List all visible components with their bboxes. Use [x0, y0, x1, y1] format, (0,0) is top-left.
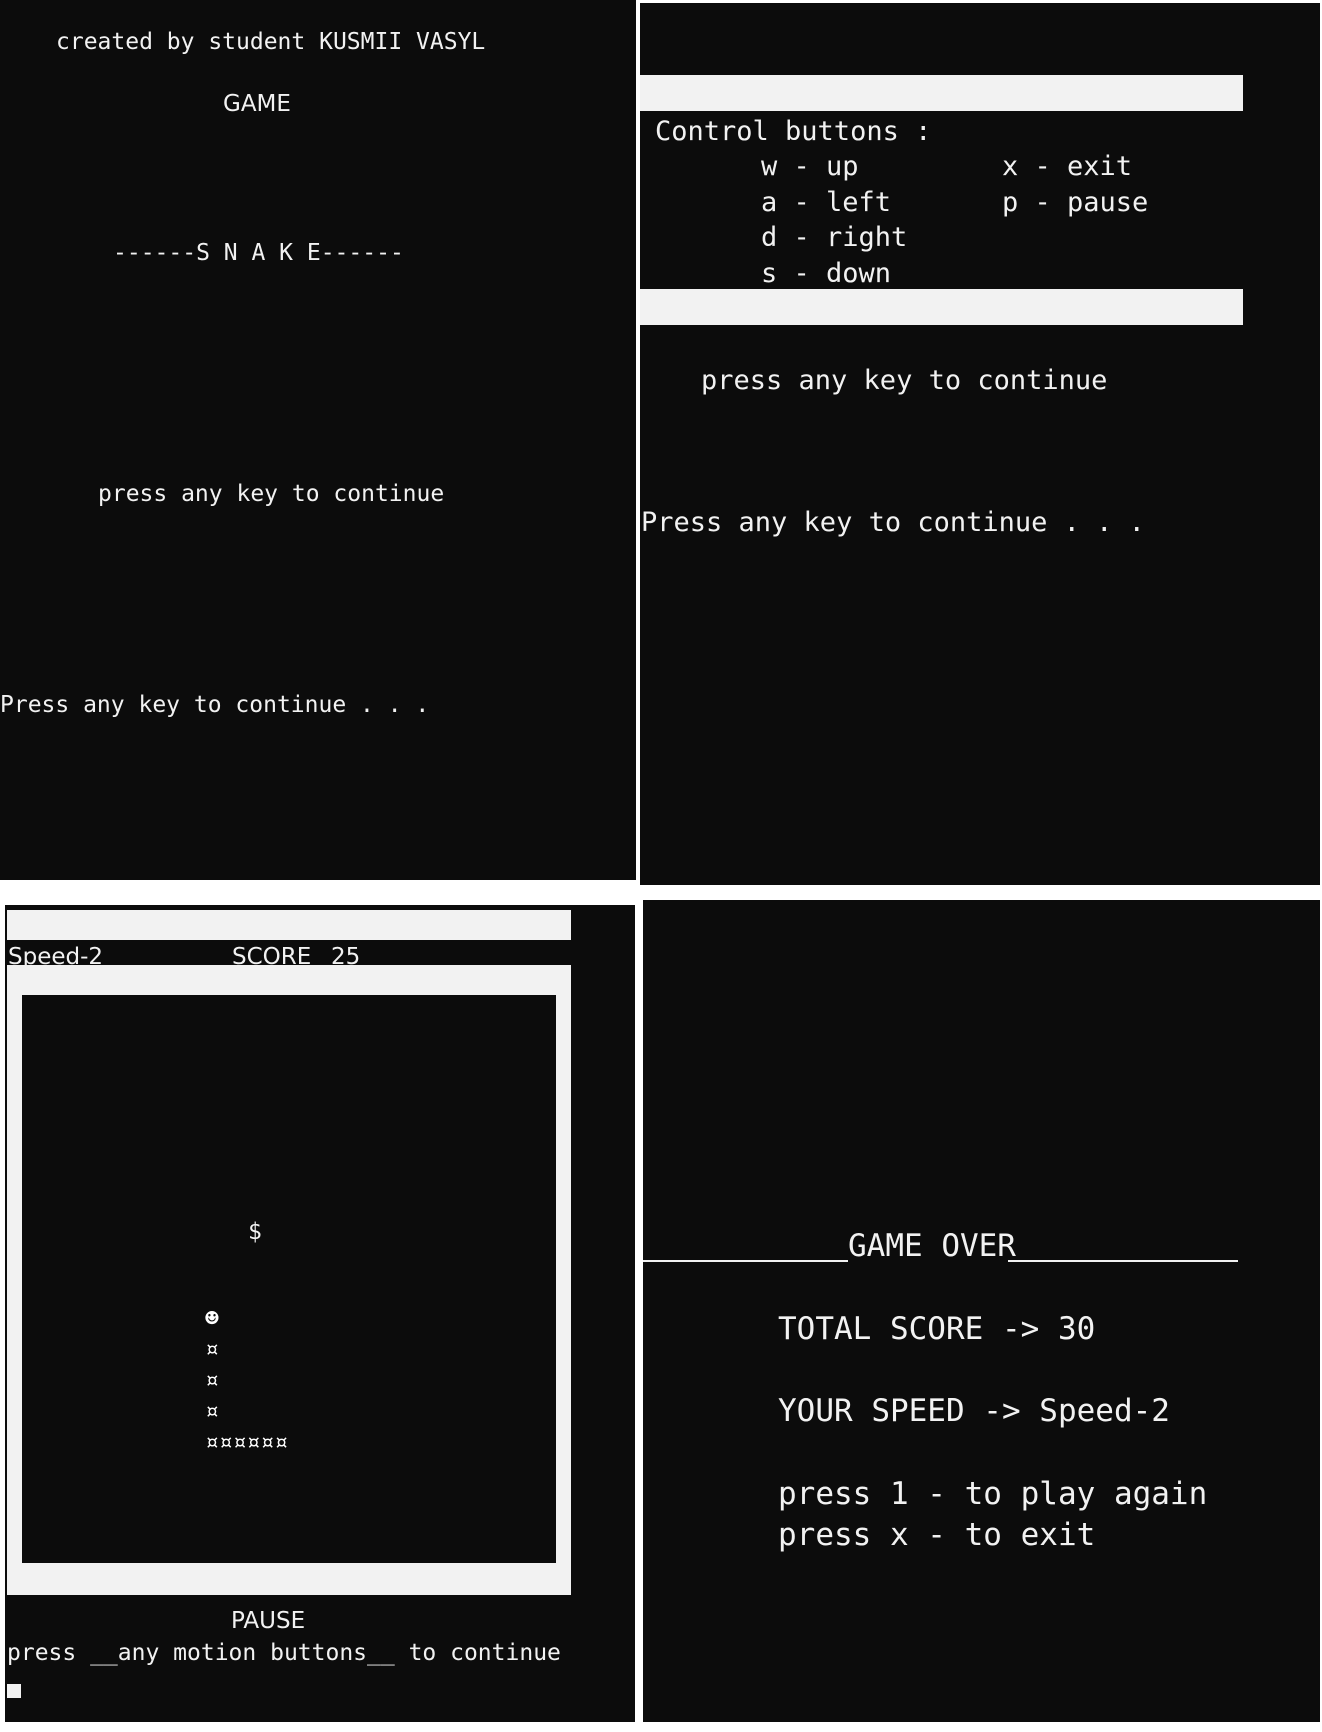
controls-heading: Control buttons :: [655, 116, 932, 147]
header-bar: [7, 910, 571, 940]
continue-prompt: press any key to continue: [98, 481, 445, 507]
text-cursor: [7, 1684, 21, 1698]
control-key-pause: p - pause: [1002, 187, 1149, 218]
highlight-bar-top: [640, 75, 1243, 111]
pause-continue-prompt: press __any motion buttons__ to continue: [7, 1640, 561, 1666]
option-exit: press x - to exit: [778, 1517, 1096, 1553]
gameover-console-window: GAME OVER TOTAL SCORE -> 30 YOUR SPEED -…: [643, 900, 1320, 1722]
snake-body-horizontal: ¤¤¤¤¤¤: [205, 1430, 289, 1456]
continue-prompt: press any key to continue: [701, 365, 1108, 396]
option-play-again: press 1 - to play again: [778, 1476, 1208, 1512]
control-key-left: a - left: [761, 187, 892, 218]
game-field-border: $ ☻ ¤ ¤ ¤ ¤¤¤¤¤¤: [7, 965, 571, 1595]
system-continue-prompt: Press any key to continue . . .: [641, 507, 1145, 538]
system-continue-prompt: Press any key to continue . . .: [0, 692, 430, 718]
title-underline-right: [1008, 1260, 1238, 1262]
snake-head: ☻: [205, 1306, 219, 1332]
food-item: $: [248, 1219, 262, 1245]
title-underline-left: [643, 1260, 848, 1262]
snake-title: ------S N A K E------: [113, 240, 404, 266]
snake-body-segment: ¤: [205, 1368, 219, 1394]
game-label: GAME: [223, 91, 291, 117]
pause-label: PAUSE: [231, 1608, 306, 1634]
total-score: TOTAL SCORE -> 30: [778, 1311, 1096, 1347]
control-key-exit: x - exit: [1002, 151, 1133, 182]
your-speed: YOUR SPEED -> Speed-2: [778, 1393, 1170, 1429]
control-key-right: d - right: [761, 222, 908, 253]
snake-body-segment: ¤: [205, 1399, 219, 1425]
control-key-down: s - down: [761, 258, 892, 289]
game-field: $ ☻ ¤ ¤ ¤ ¤¤¤¤¤¤: [22, 995, 556, 1563]
snake-body-segment: ¤: [205, 1337, 219, 1363]
controls-console-window: Control buttons : w - up a - left d - ri…: [640, 3, 1320, 885]
control-key-up: w - up: [761, 151, 859, 182]
highlight-bar-bottom: [640, 289, 1243, 325]
game-over-title: GAME OVER: [848, 1228, 1016, 1264]
game-console-window: Speed-2 SCORE 25 $ ☻ ¤ ¤ ¤ ¤¤¤¤¤¤ PAUSE …: [5, 905, 635, 1722]
intro-console-window: created by student KUSMII VASYL GAME ---…: [0, 0, 636, 880]
credit-text: created by student KUSMII VASYL: [56, 29, 486, 55]
